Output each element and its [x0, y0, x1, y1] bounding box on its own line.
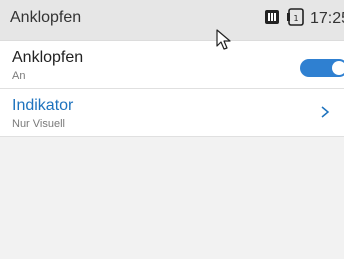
toggle-knob: [332, 61, 344, 75]
header-bar: Anklopfen 1 17:25: [0, 0, 344, 41]
setting-value: An: [12, 70, 26, 82]
svg-text:1: 1: [293, 14, 298, 23]
call-waiting-toggle[interactable]: [300, 59, 344, 77]
sim-card-icon: [264, 9, 280, 30]
phone-screen: Anklopfen 1 17:25 Anklopfen: [0, 0, 344, 259]
setting-title: Anklopfen: [12, 49, 84, 66]
sim-slot-1-icon: 1: [286, 7, 304, 31]
mouse-cursor-icon: [216, 29, 232, 56]
indicator-setting[interactable]: Indikator Nur Visuell: [0, 89, 344, 137]
status-bar: 1 17:25: [264, 7, 344, 31]
setting-title: Indikator: [12, 97, 74, 114]
clock-time: 17:25: [309, 10, 344, 27]
call-waiting-setting[interactable]: Anklopfen An: [0, 41, 344, 89]
setting-value: Nur Visuell: [12, 118, 65, 130]
chevron-right-icon: [320, 105, 330, 124]
page-title: Anklopfen: [10, 9, 82, 26]
